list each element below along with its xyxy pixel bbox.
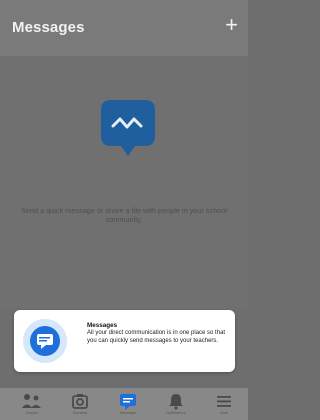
nav-item-more[interactable]: More — [204, 388, 244, 420]
people-icon — [22, 394, 41, 408]
nav-item-notifications[interactable]: Notifications — [156, 388, 196, 420]
nav-label-moments: Moments — [72, 411, 88, 415]
app-header: Messages + — [0, 0, 248, 56]
page-title: Messages — [12, 19, 85, 36]
nav-label-messages: Messages — [120, 411, 136, 415]
chat-bubble-icon — [101, 100, 155, 156]
empty-state-text: Send a quick message or share a file wit… — [20, 206, 228, 224]
nav-item-classes[interactable]: Classes — [12, 388, 52, 420]
nav-item-messages[interactable]: Messages — [108, 388, 148, 420]
card-title: Messages — [87, 322, 118, 329]
menu-icon — [217, 396, 231, 407]
bell-icon — [169, 394, 183, 410]
empty-state: Send a quick message or share a file wit… — [0, 56, 248, 310]
message-icon — [30, 326, 60, 356]
nav-label-notifications: Notifications — [166, 411, 186, 415]
card-body: All your direct communication is in one … — [87, 330, 226, 344]
nav-label-classes: Classes — [25, 411, 39, 415]
bottom-navigation: Classes Moments Messages Notifications M… — [0, 388, 248, 420]
message-icon — [120, 394, 136, 410]
nav-item-moments[interactable]: Moments — [60, 388, 100, 420]
message-icon-container — [23, 319, 67, 363]
camera-icon — [72, 394, 88, 409]
add-button[interactable]: + — [225, 14, 238, 36]
onboarding-card: Messages All your direct communication i… — [14, 310, 235, 372]
nav-label-more: More — [220, 411, 228, 415]
